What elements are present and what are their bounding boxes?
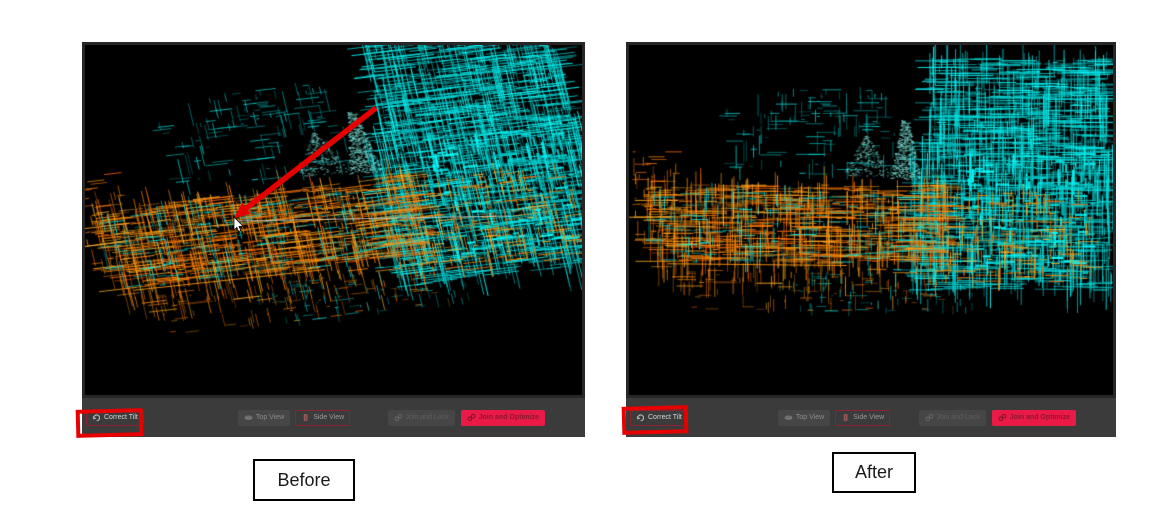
before-caption: Before [253, 459, 355, 501]
point-cloud-canvas-after[interactable] [629, 45, 1113, 395]
join-and-optimize-label: Join and Optimize [1010, 414, 1070, 421]
view-button-group: Top View Side View [238, 410, 350, 426]
top-view-label: Top View [256, 414, 284, 421]
viewer-toolbar-after: Correct Tilt Top View Side View [626, 398, 1116, 437]
join-button-group: Join and Lock Join and Optimize [388, 410, 546, 426]
view-button-group: Top View Side View [778, 410, 890, 426]
after-caption-label: After [855, 462, 893, 483]
correct-tilt-button[interactable]: Correct Tilt [630, 410, 688, 426]
point-cloud-viewport-before[interactable] [82, 42, 585, 398]
viewer-toolbar-before: Correct Tilt Top View Side View [82, 398, 585, 437]
correct-tilt-label: Correct Tilt [648, 414, 682, 421]
join-and-lock-label: Join and Lock [937, 414, 980, 421]
join-and-lock-icon [925, 413, 934, 422]
join-and-optimize-icon [998, 413, 1007, 422]
before-panel: Correct Tilt Top View Side View [82, 42, 585, 437]
correct-tilt-button[interactable]: Correct Tilt [86, 410, 144, 426]
top-view-button[interactable]: Top View [238, 410, 290, 426]
join-and-lock-label: Join and Lock [406, 414, 449, 421]
point-cloud-canvas-before[interactable] [85, 45, 582, 395]
side-view-button[interactable]: Side View [295, 410, 350, 426]
after-panel: Correct Tilt Top View Side View [626, 42, 1116, 437]
join-and-lock-button[interactable]: Join and Lock [388, 410, 455, 426]
join-and-optimize-label: Join and Optimize [479, 414, 539, 421]
side-view-button[interactable]: Side View [835, 410, 890, 426]
side-view-label: Side View [313, 414, 344, 421]
join-and-optimize-button[interactable]: Join and Optimize [461, 410, 545, 426]
join-and-optimize-button[interactable]: Join and Optimize [992, 410, 1076, 426]
join-and-optimize-icon [467, 413, 476, 422]
correct-tilt-icon [92, 413, 101, 422]
join-and-lock-icon [394, 413, 403, 422]
side-view-icon [301, 413, 310, 422]
before-caption-label: Before [277, 470, 330, 491]
top-view-button[interactable]: Top View [778, 410, 830, 426]
join-and-lock-button[interactable]: Join and Lock [919, 410, 986, 426]
correct-tilt-icon [636, 413, 645, 422]
side-view-icon [841, 413, 850, 422]
top-view-icon [784, 413, 793, 422]
join-button-group: Join and Lock Join and Optimize [919, 410, 1077, 426]
top-view-label: Top View [796, 414, 824, 421]
top-view-icon [244, 413, 253, 422]
side-view-label: Side View [853, 414, 884, 421]
after-caption: After [832, 452, 916, 493]
point-cloud-viewport-after[interactable] [626, 42, 1116, 398]
correct-tilt-label: Correct Tilt [104, 414, 138, 421]
